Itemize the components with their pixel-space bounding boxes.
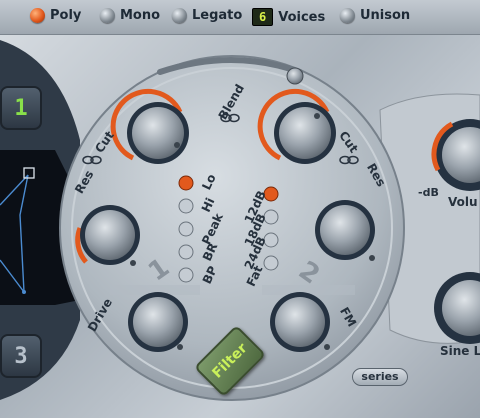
series-switch[interactable]: series [352,368,408,386]
filter-type-lo-led[interactable] [178,175,194,191]
osc-slot-1[interactable]: 1 [0,86,42,130]
filter-button-label: Filter [209,340,251,382]
filter-type-bp-led[interactable] [178,267,194,283]
volume-label: Volu [448,195,478,209]
fm-knob[interactable] [270,292,330,352]
db-label: -dB [418,186,439,199]
blend-slider-handle[interactable] [286,67,304,85]
sine-level-label: Sine L [440,344,480,358]
filter-type-peak-led[interactable] [178,221,194,237]
filter-type-br-led[interactable] [178,244,194,260]
osc-slot-3[interactable]: 3 [0,334,42,378]
drive-knob[interactable] [128,292,188,352]
slope-fat-led[interactable] [263,255,279,271]
filter-type-hi-led[interactable] [178,198,194,214]
